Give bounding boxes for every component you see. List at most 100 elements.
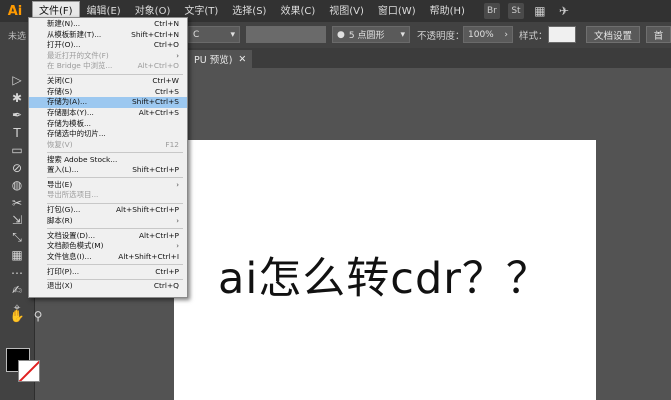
preferences-button[interactable]: 首	[646, 26, 671, 43]
file-menu-item[interactable]: 存储为(A)... Shift+Ctrl+S	[29, 97, 187, 108]
magic-wand-icon[interactable]: ✱	[9, 90, 25, 106]
menu-item-shortcut: Alt+Shift+Ctrl+P	[116, 205, 179, 215]
menu-item-label: 导出所选项目...	[47, 190, 99, 200]
document-setup-button[interactable]: 文档设置	[586, 26, 640, 43]
scale-tool-icon[interactable]: ⤡	[9, 230, 25, 246]
file-menu-item[interactable]: 打开(O)... Ctrl+O	[29, 40, 187, 51]
menu-item-label: 文档颜色模式(M)	[47, 241, 104, 251]
document-tab[interactable]: PU 预览) ✕	[188, 50, 253, 68]
file-menu-item[interactable]: 文件信息(I)... Alt+Shift+Ctrl+I	[29, 252, 187, 263]
chevron-down-icon: ▾	[400, 29, 405, 40]
menu-item-label: 导出(E)	[47, 179, 73, 189]
eraser-tool-icon[interactable]: ⊘	[9, 160, 25, 176]
file-menu-item[interactable]: 打印(P)... Ctrl+P	[29, 267, 187, 278]
file-menu-item[interactable]: 脚本(R) ›	[29, 216, 187, 227]
menu-item-label: 存储为模板...	[47, 118, 92, 128]
stroke-swatch[interactable]	[18, 360, 40, 382]
menu-item-label: 脚本(R)	[47, 215, 73, 225]
file-menu-item[interactable]: 导出(E) ›	[29, 180, 187, 191]
menu-item-label: 存储选中的切片...	[47, 129, 106, 139]
opacity-input[interactable]: 100% ›	[463, 26, 513, 43]
menu-separator	[47, 177, 183, 179]
rectangle-tool-icon[interactable]: ▭	[9, 142, 25, 158]
menu-item-shortcut: Ctrl+S	[154, 86, 179, 96]
menu-item-label: 置入(L)...	[47, 165, 79, 175]
menu-item-label: 最近打开的文件(F)	[47, 50, 109, 60]
menu-item-shortcut: Ctrl+W	[152, 76, 179, 86]
menu-item-label: 文件信息(I)...	[47, 251, 92, 261]
chevron-down-icon: ▾	[230, 29, 235, 40]
file-menu-item[interactable]: 文档颜色模式(M) ›	[29, 241, 187, 252]
file-menu-item[interactable]: 存储副本(Y)... Alt+Ctrl+S	[29, 108, 187, 119]
bridge-icon[interactable]: Br	[483, 3, 500, 19]
variable-width-dropdown[interactable]	[246, 26, 326, 43]
menu-item-label: 打印(P)...	[47, 266, 80, 276]
file-menu-item[interactable]: 置入(L)... Shift+Ctrl+P	[29, 165, 187, 176]
menu-item-label: 从模板新建(T)...	[47, 29, 102, 39]
close-icon[interactable]: ✕	[238, 54, 246, 65]
artboard-text[interactable]: ai怎么转cdr？？	[218, 244, 550, 306]
submenu-arrow-icon: ›	[176, 216, 179, 225]
file-menu-item[interactable]: 存储(S) Ctrl+S	[29, 87, 187, 98]
menubar-right: Br St ▦ ✈	[483, 3, 572, 19]
stroke-dropdown[interactable]: C ▾	[188, 26, 240, 43]
menu-item-shortcut: Ctrl+P	[155, 266, 179, 276]
brush-dot-icon: ●	[337, 29, 345, 40]
zoom-tool-icon[interactable]: ⚲	[30, 308, 46, 324]
file-menu-item[interactable]: 从模板新建(T)... Shift+Ctrl+N	[29, 30, 187, 41]
file-menu-item[interactable]: 存储为模板...	[29, 119, 187, 130]
file-menu-item[interactable]: 新建(N)... Ctrl+N	[29, 19, 187, 30]
menu-item-5[interactable]: 效果(C)	[273, 1, 322, 21]
stock-icon[interactable]: St	[507, 3, 524, 19]
menu-separator	[47, 202, 183, 204]
file-menu-item[interactable]: 打包(G)... Alt+Shift+Ctrl+P	[29, 205, 187, 216]
submenu-arrow-icon: ›	[176, 180, 179, 189]
menu-item-label: 存储(S)	[47, 86, 73, 96]
menu-item-shortcut: F12	[165, 139, 179, 149]
style-swatch[interactable]	[548, 26, 576, 43]
hand-tool-icon[interactable]: ✋	[9, 308, 25, 324]
menu-separator	[47, 278, 183, 280]
blob-brush-icon[interactable]: ◍	[9, 177, 25, 193]
menu-item-shortcut: Alt+Ctrl+S	[138, 107, 179, 117]
mesh-tool-icon[interactable]: ▦	[9, 247, 25, 263]
menu-item-label: 存储副本(Y)...	[47, 107, 94, 117]
gpu-performance-icon[interactable]: ✈	[556, 3, 572, 19]
app-logo: Ai	[7, 3, 23, 19]
menu-item-8[interactable]: 帮助(H)	[423, 1, 472, 21]
file-menu-item[interactable]: 搜索 Adobe Stock...	[29, 155, 187, 166]
menu-separator	[47, 73, 183, 75]
menu-item-6[interactable]: 视图(V)	[322, 1, 371, 21]
type-tool-icon[interactable]: T	[9, 125, 25, 141]
menu-item-label: 退出(X)	[47, 281, 73, 291]
brush-dropdown[interactable]: ● 5 点圆形 ▾	[332, 26, 410, 43]
menu-separator	[47, 151, 183, 153]
symbol-sprayer-icon[interactable]: ⋯	[9, 265, 25, 281]
menu-separator	[47, 264, 183, 265]
arrange-documents-icon[interactable]: ▦	[532, 3, 548, 19]
menu-item-label: 存储为(A)...	[47, 97, 88, 107]
file-menu-item[interactable]: 文档设置(D)... Alt+Ctrl+P	[29, 231, 187, 242]
menu-item-label: 在 Bridge 中浏览...	[47, 61, 113, 71]
scissors-icon[interactable]: ✂	[9, 195, 25, 211]
selection-tool-icon[interactable]: ▷	[9, 72, 25, 88]
chevron-right-icon: ›	[504, 29, 508, 40]
menu-item-7[interactable]: 窗口(W)	[371, 1, 423, 21]
opacity-label: 不透明度：	[417, 31, 465, 42]
file-menu-item: 导出所选项目...	[29, 190, 187, 201]
rotate-tool-icon[interactable]: ⇲	[9, 212, 25, 228]
eyedropper-icon[interactable]: ✍	[9, 282, 25, 298]
menu-item-shortcut: Ctrl+O	[153, 40, 179, 50]
menu-item-4[interactable]: 选择(S)	[225, 1, 273, 21]
pen-tool-icon[interactable]: ✒	[9, 107, 25, 123]
style-label: 样式：	[519, 31, 548, 42]
file-menu-item[interactable]: 退出(X) Ctrl+Q	[29, 281, 187, 292]
file-menu-item: 恢复(V) F12	[29, 140, 187, 151]
menu-item-shortcut: Shift+Ctrl+S	[131, 97, 179, 107]
stroke-label: C	[193, 29, 200, 40]
document-tab-label: PU 预览)	[194, 55, 233, 66]
menu-item-label: 关闭(C)	[47, 76, 73, 86]
file-menu-item: 最近打开的文件(F) ›	[29, 51, 187, 62]
file-menu-item[interactable]: 关闭(C) Ctrl+W	[29, 76, 187, 87]
file-menu-item[interactable]: 存储选中的切片...	[29, 129, 187, 140]
